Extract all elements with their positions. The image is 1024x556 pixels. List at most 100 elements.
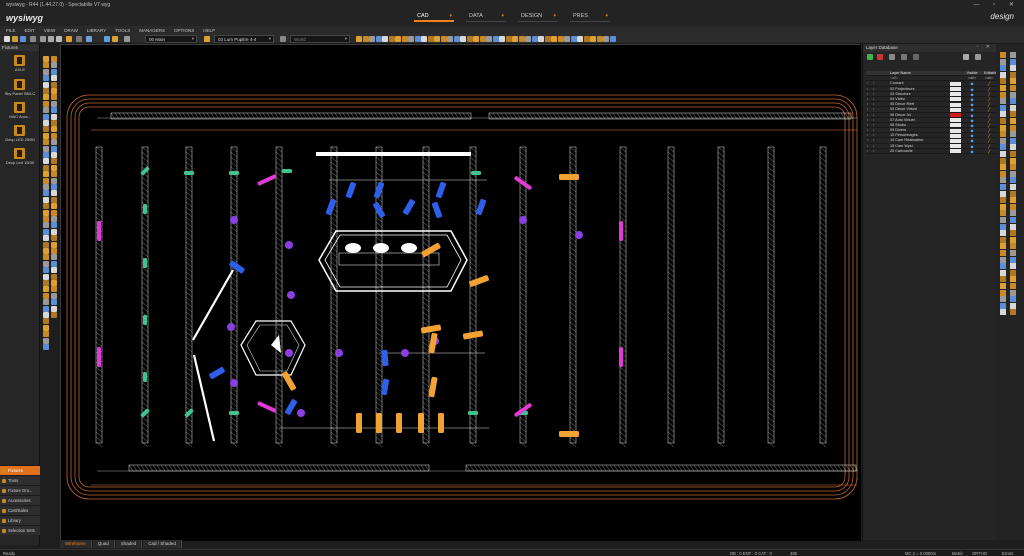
layer-lock-icon[interactable]: •	[867, 118, 872, 122]
library-tab-truss[interactable]: Truss	[0, 475, 40, 485]
tool-icon[interactable]	[1010, 177, 1016, 184]
tool-icon[interactable]	[43, 312, 49, 318]
tool-icon[interactable]	[43, 337, 49, 344]
scene-icon[interactable]	[124, 36, 130, 42]
layer-color-swatch[interactable]	[950, 81, 961, 86]
fixture-item[interactable]: Sky Panel S60-C	[0, 78, 40, 100]
tool-icon[interactable]	[1010, 85, 1016, 91]
tool-icon[interactable]	[51, 190, 57, 197]
tool-icon[interactable]	[1000, 85, 1006, 91]
tool-icon[interactable]	[43, 158, 49, 165]
tool-icon[interactable]	[43, 68, 49, 75]
tool-icon[interactable]	[43, 139, 49, 146]
toolbar-icon[interactable]	[583, 36, 590, 42]
layer-lock-icon[interactable]: •	[867, 149, 872, 153]
toolbar-icon[interactable]	[473, 36, 479, 42]
toolbar-icon[interactable]	[486, 36, 492, 42]
layer-icon[interactable]	[204, 36, 210, 42]
tool-icon[interactable]	[51, 299, 57, 306]
tool-icon[interactable]	[43, 120, 49, 126]
layer-color-swatch[interactable]	[950, 133, 961, 138]
layer-color-swatch[interactable]	[950, 128, 961, 133]
tool-icon[interactable]	[1000, 302, 1006, 309]
toolbar-icon[interactable]	[401, 36, 408, 42]
tool-icon[interactable]	[43, 113, 49, 120]
tool-icon[interactable]	[51, 286, 57, 293]
tool-icon[interactable]	[1010, 256, 1016, 263]
copy-layer-icon[interactable]	[889, 54, 895, 60]
tool-icon[interactable]	[43, 132, 49, 139]
tool-icon[interactable]	[51, 107, 57, 114]
menu-options[interactable]: OPTIONS	[174, 28, 194, 33]
menu-draw[interactable]: DRAW	[64, 28, 78, 33]
tool-icon[interactable]	[1010, 217, 1016, 223]
delete-layer-icon[interactable]	[877, 54, 883, 60]
tool-icon[interactable]	[1000, 144, 1006, 151]
layer-active-icon[interactable]: •	[873, 123, 878, 127]
tool-icon[interactable]	[51, 145, 57, 152]
tool-icon[interactable]	[51, 68, 57, 75]
tool-icon[interactable]	[1000, 223, 1006, 230]
tool-icon[interactable]	[1000, 124, 1006, 131]
toolbar-icon[interactable]	[570, 36, 577, 42]
tool-icon[interactable]	[51, 94, 57, 101]
tool-icon[interactable]	[1000, 157, 1006, 164]
toolbar-icon[interactable]	[369, 36, 375, 42]
tool-icon[interactable]	[43, 196, 49, 203]
tool-icon[interactable]	[1010, 283, 1016, 289]
tool-icon[interactable]	[51, 164, 57, 171]
tool-icon[interactable]	[1010, 98, 1016, 105]
tool-icon[interactable]	[1010, 78, 1016, 85]
toolbar-icon[interactable]	[603, 36, 609, 42]
layer-lock-icon[interactable]: •	[867, 144, 872, 148]
menu-view[interactable]: VIEW	[44, 28, 56, 33]
zoom-icon[interactable]	[66, 36, 72, 42]
settings-icon[interactable]	[913, 54, 919, 60]
tool-icon[interactable]	[1010, 210, 1016, 217]
tool-icon[interactable]	[51, 260, 57, 267]
tool-icon[interactable]	[1010, 157, 1016, 164]
tool-icon[interactable]	[1000, 250, 1006, 256]
toolbar-icon[interactable]	[499, 36, 505, 42]
tool-icon[interactable]	[51, 113, 57, 120]
tool-icon[interactable]	[51, 88, 57, 94]
toolbar-icon[interactable]	[427, 36, 434, 42]
tool-icon[interactable]	[43, 241, 49, 248]
status-ortho[interactable]: ORTHO	[972, 551, 987, 556]
tool-icon[interactable]	[43, 56, 49, 62]
menu-help[interactable]: HELP	[203, 28, 215, 33]
pencil-icon[interactable]: ╱	[984, 149, 994, 154]
tool-icon[interactable]	[1000, 210, 1006, 217]
undo-icon[interactable]	[104, 36, 110, 42]
tool-icon[interactable]	[51, 267, 57, 274]
tool-icon[interactable]	[43, 126, 49, 133]
tool-icon[interactable]	[1010, 91, 1016, 98]
tool-icon[interactable]	[1000, 269, 1006, 276]
tool-icon[interactable]	[51, 132, 57, 139]
toolbar-icon[interactable]	[577, 36, 583, 42]
tool-icon[interactable]	[1010, 250, 1016, 256]
tool-icon[interactable]	[51, 139, 57, 146]
tool-icon[interactable]	[51, 228, 57, 235]
toolbar-icon[interactable]	[362, 36, 369, 42]
pan-icon[interactable]	[76, 36, 82, 42]
cad-viewport[interactable]	[60, 44, 861, 541]
tool-icon[interactable]	[1000, 91, 1006, 98]
tool-icon[interactable]	[1010, 276, 1016, 283]
layer-color-swatch[interactable]	[950, 113, 961, 117]
layer-active-icon[interactable]: •	[873, 92, 878, 96]
tool-icon[interactable]	[1010, 197, 1016, 204]
tool-icon[interactable]	[1010, 124, 1016, 131]
tool-icon[interactable]	[51, 152, 57, 158]
tool-icon[interactable]	[1010, 52, 1016, 58]
tool-icon[interactable]	[43, 152, 49, 158]
toolbar-icon[interactable]	[460, 36, 466, 42]
tool-icon[interactable]	[51, 254, 57, 261]
tool-icon[interactable]	[1010, 289, 1016, 296]
tool-icon[interactable]	[51, 75, 57, 82]
toolbar-icon[interactable]	[492, 36, 499, 42]
copy-icon[interactable]	[48, 36, 54, 42]
tool-icon[interactable]	[43, 228, 49, 235]
tool-icon[interactable]	[43, 62, 49, 69]
layer-active-icon[interactable]: •	[873, 81, 878, 85]
